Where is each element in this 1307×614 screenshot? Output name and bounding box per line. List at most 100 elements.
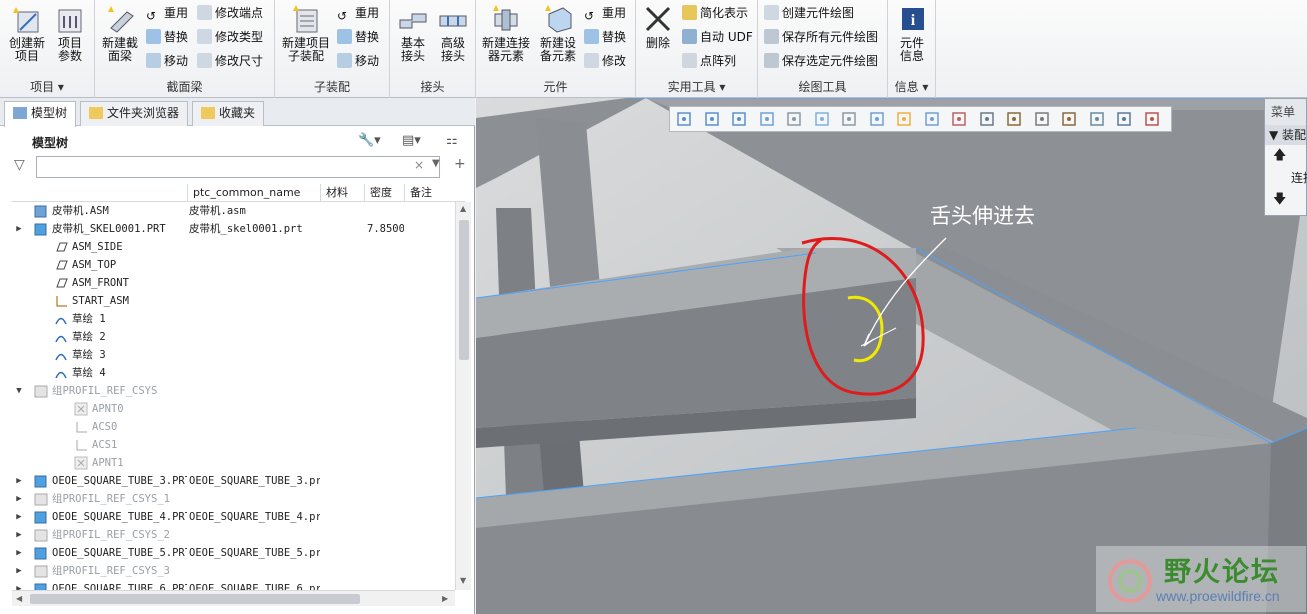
expand-arrow-icon[interactable]: ▼ [14, 382, 24, 400]
axis-display-icon[interactable] [1006, 111, 1022, 127]
expand-arrow-icon[interactable]: ▶ [14, 220, 24, 238]
spin-center-icon[interactable] [896, 111, 912, 127]
tree-row[interactable]: ▶ OEOE_SQUARE_TUBE_6.PRT OEOE_SQUARE_TUBE_… [12, 580, 455, 590]
modify-dimension-button[interactable]: 修改尺寸 [197, 51, 263, 71]
tab-folder-browser[interactable]: 文件夹浏览器 [80, 101, 189, 126]
simplified-rep-button[interactable]: 简化表示 [682, 3, 748, 23]
tree-row[interactable]: 草绘 1 [12, 310, 455, 328]
save-selected-drawings-button[interactable]: 保存选定元件绘图 [764, 51, 878, 71]
expand-arrow-icon[interactable]: ▶ [14, 508, 24, 526]
zoom-out-icon[interactable] [731, 111, 747, 127]
element-reuse-button[interactable]: ↺ 重用 [584, 3, 626, 23]
tree-row[interactable]: ASM_TOP [12, 256, 455, 274]
perspective-icon[interactable] [869, 111, 885, 127]
new-section-beam-button[interactable]: 新建截 面梁 [99, 4, 141, 74]
clear-icon[interactable]: × [414, 158, 424, 172]
layer-icon[interactable] [1089, 111, 1105, 127]
group-label-utilities[interactable]: 实用工具 ▾ [636, 78, 757, 96]
point-pattern-button[interactable]: 点阵列 [682, 51, 736, 71]
basic-joint-button[interactable]: 基本 接头 [392, 4, 434, 74]
group-label-project[interactable]: 项目 ▾ [0, 78, 94, 96]
create-new-project-button[interactable]: 创建新 项目 [6, 4, 48, 74]
tree-row[interactable]: ▼ 组PROFIL_REF_CSYS [12, 382, 455, 400]
refit-icon[interactable] [676, 111, 692, 127]
create-component-drawing-button[interactable]: 创建元件绘图 [764, 3, 854, 23]
tree-row[interactable]: 皮带机.ASM 皮带机.asm [12, 202, 455, 220]
expand-arrow-icon[interactable]: ▶ [14, 490, 24, 508]
tree-row[interactable]: ACS0 [12, 418, 455, 436]
column-notes[interactable]: 备注 [404, 184, 465, 202]
add-icon[interactable]: + [454, 156, 466, 172]
arrow-up-icon[interactable]: 🡅 [1265, 145, 1306, 167]
expand-arrow-icon[interactable]: ▶ [14, 562, 24, 580]
repaint-icon[interactable] [759, 111, 775, 127]
column-ptc-common-name[interactable]: ptc_common_name [187, 184, 320, 202]
horizontal-scrollbar[interactable]: ◀ ▶ [12, 590, 455, 606]
tree-row[interactable]: 草绘 2 [12, 328, 455, 346]
show-menu-icon[interactable]: ▤▾ [402, 131, 421, 151]
new-subassembly-button[interactable]: 新建项目 子装配 [281, 4, 331, 74]
menu-assembly-header[interactable]: ▼ 装配 [1265, 125, 1306, 145]
component-info-button[interactable]: i 元件 信息 [891, 4, 933, 74]
new-equipment-element-button[interactable]: 新建设 备元素 [536, 4, 580, 74]
scroll-thumb[interactable] [30, 594, 360, 604]
plane-display-icon[interactable] [979, 111, 995, 127]
beam-reuse-button[interactable]: ↺ 重用 [146, 3, 188, 23]
point-display-icon[interactable] [1034, 111, 1050, 127]
tab-model-tree[interactable]: 模型树 [4, 101, 77, 127]
csys-display-icon[interactable] [1061, 111, 1077, 127]
shading-icon[interactable] [786, 111, 802, 127]
beam-replace-button[interactable]: 替换 [146, 27, 188, 47]
expand-arrow-icon[interactable]: ▶ [14, 526, 24, 544]
arrow-down-icon[interactable]: 🡇 [1265, 189, 1306, 211]
menu-item-connect[interactable]: 连接 [1265, 167, 1307, 189]
subasm-replace-button[interactable]: 替换 [337, 27, 379, 47]
settings-icon[interactable]: 🔧▾ [358, 131, 381, 151]
zoom-in-icon[interactable] [704, 111, 720, 127]
tree-row[interactable]: 草绘 3 [12, 346, 455, 364]
tab-favorites[interactable]: 收藏夹 [192, 101, 265, 126]
tree-row[interactable]: ACS1 [12, 436, 455, 454]
tree-row[interactable]: ▶ OEOE_SQUARE_TUBE_3.PRT OEOE_SQUARE_TUBE_… [12, 472, 455, 490]
scroll-thumb[interactable] [459, 220, 469, 360]
chevron-down-icon[interactable]: ▼ [432, 158, 440, 169]
expand-arrow-icon[interactable]: ▶ [14, 544, 24, 562]
vertical-scrollbar[interactable]: ▲ ▼ [455, 202, 471, 590]
view-manager-icon[interactable] [841, 111, 857, 127]
subasm-reuse-button[interactable]: ↺ 重用 [337, 3, 379, 23]
save-all-drawings-button[interactable]: 保存所有元件绘图 [764, 27, 878, 47]
column-material[interactable]: 材料 [320, 184, 364, 202]
modify-type-button[interactable]: 修改类型 [197, 27, 263, 47]
beam-move-button[interactable]: 移动 [146, 51, 188, 71]
auto-udf-button[interactable]: 自动 UDF [682, 27, 753, 47]
element-replace-button[interactable]: 替换 [584, 27, 626, 47]
tree-row[interactable]: ASM_FRONT [12, 274, 455, 292]
tree-row[interactable]: APNT1 [12, 454, 455, 472]
datum-display-icon[interactable] [951, 111, 967, 127]
column-density[interactable]: 密度 [364, 184, 404, 202]
group-label-info[interactable]: 信息 ▾ [888, 78, 935, 96]
tree-row[interactable]: APNT0 [12, 400, 455, 418]
advanced-joint-button[interactable]: 高级 接头 [432, 4, 474, 74]
tree-row[interactable]: ▶ 组PROFIL_REF_CSYS_1 [12, 490, 455, 508]
search-input[interactable] [36, 156, 440, 178]
tree-row[interactable]: ▶ OEOE_SQUARE_TUBE_5.PRT OEOE_SQUARE_TUBE_… [12, 544, 455, 562]
tree-filter-options-icon[interactable]: ⚏ [446, 131, 458, 151]
tree-row[interactable]: ASM_SIDE [12, 238, 455, 256]
subasm-move-button[interactable]: 移动 [337, 51, 379, 71]
tree-row[interactable]: ▶ 组PROFIL_REF_CSYS_2 [12, 526, 455, 544]
connect-icon[interactable] [1144, 111, 1160, 127]
tree-row[interactable]: ▶ OEOE_SQUARE_TUBE_4.PRT OEOE_SQUARE_TUBE_… [12, 508, 455, 526]
project-params-button[interactable]: 项目 参数 [49, 4, 91, 74]
modify-endpoint-button[interactable]: 修改端点 [197, 3, 263, 23]
annotation-display-icon[interactable] [924, 111, 940, 127]
sketch-icon[interactable] [1116, 111, 1132, 127]
tree-row[interactable]: 草绘 4 [12, 364, 455, 382]
element-modify-button[interactable]: 修改 [584, 51, 626, 71]
expand-arrow-icon[interactable]: ▶ [14, 580, 24, 590]
tree-row[interactable]: START_ASM [12, 292, 455, 310]
graphics-viewport[interactable]: 舌头伸进去 [476, 98, 1307, 614]
delete-button[interactable]: 删除 [638, 4, 678, 74]
expand-arrow-icon[interactable]: ▶ [14, 472, 24, 490]
new-connector-element-button[interactable]: 新建连接 器元素 [480, 4, 532, 74]
